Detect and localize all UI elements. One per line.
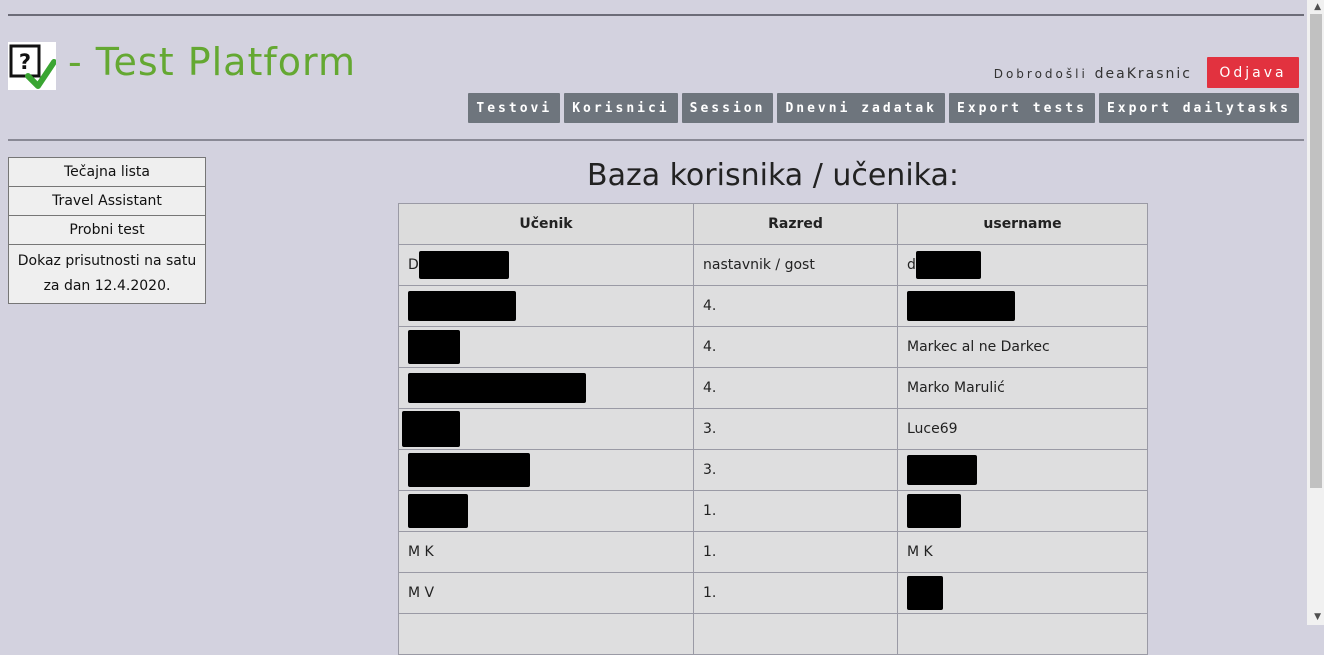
cell-razred: 4.: [693, 367, 898, 409]
table-row: 1.: [398, 490, 1148, 532]
cell-username: M K: [897, 531, 1148, 573]
cell-razred: 3.: [693, 408, 898, 450]
cell-razred: 1.: [693, 572, 898, 614]
sidebar-item-travel-assistant[interactable]: Travel Assistant: [8, 186, 206, 216]
svg-text:?: ?: [19, 50, 31, 74]
cell-ucenik: M V: [398, 572, 694, 614]
table-row: 4.: [398, 285, 1148, 327]
cell-username: [897, 572, 1148, 614]
users-table: Učenik Razred username D nastavnik / gos…: [398, 203, 1148, 655]
nav-korisnici[interactable]: Korisnici: [564, 93, 678, 123]
redaction: [907, 455, 977, 485]
cell-username: [897, 490, 1148, 532]
cell-ucenik: [398, 449, 694, 491]
cell-ucenik: [398, 408, 694, 450]
scroll-thumb[interactable]: [1310, 14, 1322, 488]
cell-username: Marko Marulić: [897, 367, 1148, 409]
column-header-razred: Razred: [693, 203, 898, 245]
cell-ucenik: M K: [398, 531, 694, 573]
scroll-up-arrow-icon[interactable]: ▲: [1314, 2, 1321, 12]
cell-razred: 4.: [693, 326, 898, 368]
cell-razred: 3.: [693, 449, 898, 491]
cell-text: D: [408, 257, 419, 273]
redaction: [907, 494, 961, 528]
nav-testovi[interactable]: Testovi: [468, 93, 561, 123]
redaction: [915, 251, 981, 279]
sidebar: Tečajna lista Travel Assistant Probni te…: [8, 157, 206, 304]
current-username: deaKrasnic: [1094, 66, 1192, 82]
page-title: - Test Platform: [68, 40, 356, 84]
cell-razred: nastavnik / gost: [693, 244, 898, 286]
table-row: 4. Marko Marulić: [398, 367, 1148, 409]
redaction: [408, 494, 468, 528]
nav-export-dailytasks[interactable]: Export dailytasks: [1098, 93, 1299, 123]
table-row: 3. Luce69: [398, 408, 1148, 450]
table-header-row: Učenik Razred username: [398, 203, 1148, 245]
column-header-ucenik: Učenik: [398, 203, 694, 245]
sidebar-item-probni-test[interactable]: Probni test: [8, 215, 206, 245]
redaction: [907, 291, 1015, 321]
question-check-icon: ?: [8, 42, 57, 90]
nav-export-tests[interactable]: Export tests: [949, 93, 1095, 123]
logout-button[interactable]: Odjava: [1207, 57, 1299, 88]
cell-ucenik: [398, 490, 694, 532]
redaction: [408, 330, 460, 364]
top-divider: [8, 14, 1304, 16]
redaction: [402, 411, 460, 447]
column-header-username: username: [897, 203, 1148, 245]
welcome-label: Dobrodošli: [993, 67, 1088, 81]
welcome-text: Dobrodošli deaKrasnic: [994, 66, 1192, 82]
cell-ucenik: [398, 367, 694, 409]
cell-username: Markec al ne Darkec: [897, 326, 1148, 368]
table-row: [398, 613, 1148, 655]
cell-razred: 1.: [693, 531, 898, 573]
table-row: M V 1.: [398, 572, 1148, 614]
cell-razred: 4.: [693, 285, 898, 327]
cell-ucenik: D: [398, 244, 694, 286]
nav-dnevni-zadatak[interactable]: Dnevni zadatak: [777, 93, 946, 123]
cell-username: [897, 285, 1148, 327]
cell-username: [897, 613, 1148, 655]
main-nav: Testovi Korisnici Session Dnevni zadatak…: [468, 93, 1299, 123]
cell-text: d: [907, 257, 916, 273]
nav-session[interactable]: Session: [681, 93, 774, 123]
vertical-scrollbar[interactable]: ▲ ▼: [1307, 0, 1324, 625]
redaction: [408, 453, 530, 487]
table-row: M K 1. M K: [398, 531, 1148, 573]
redaction: [907, 576, 943, 610]
scroll-down-arrow-icon[interactable]: ▼: [1314, 612, 1321, 622]
cell-razred: 1.: [693, 490, 898, 532]
header-divider: [8, 139, 1304, 141]
cell-ucenik: [398, 285, 694, 327]
redaction: [408, 291, 516, 321]
table-row: D nastavnik / gost d: [398, 244, 1148, 286]
cell-username: [897, 449, 1148, 491]
table-row: 4. Markec al ne Darkec: [398, 326, 1148, 368]
table-row: 3.: [398, 449, 1148, 491]
cell-razred: [693, 613, 898, 655]
redaction: [418, 251, 509, 279]
users-heading: Baza korisnika / učenika:: [587, 158, 959, 193]
cell-ucenik: [398, 326, 694, 368]
redaction: [408, 373, 586, 403]
cell-username: Luce69: [897, 408, 1148, 450]
cell-ucenik: [398, 613, 694, 655]
cell-username: d: [897, 244, 1148, 286]
sidebar-item-dokaz-prisutnosti[interactable]: Dokaz prisutnosti na satu za dan 12.4.20…: [8, 244, 206, 304]
sidebar-item-tecajna-lista[interactable]: Tečajna lista: [8, 157, 206, 187]
